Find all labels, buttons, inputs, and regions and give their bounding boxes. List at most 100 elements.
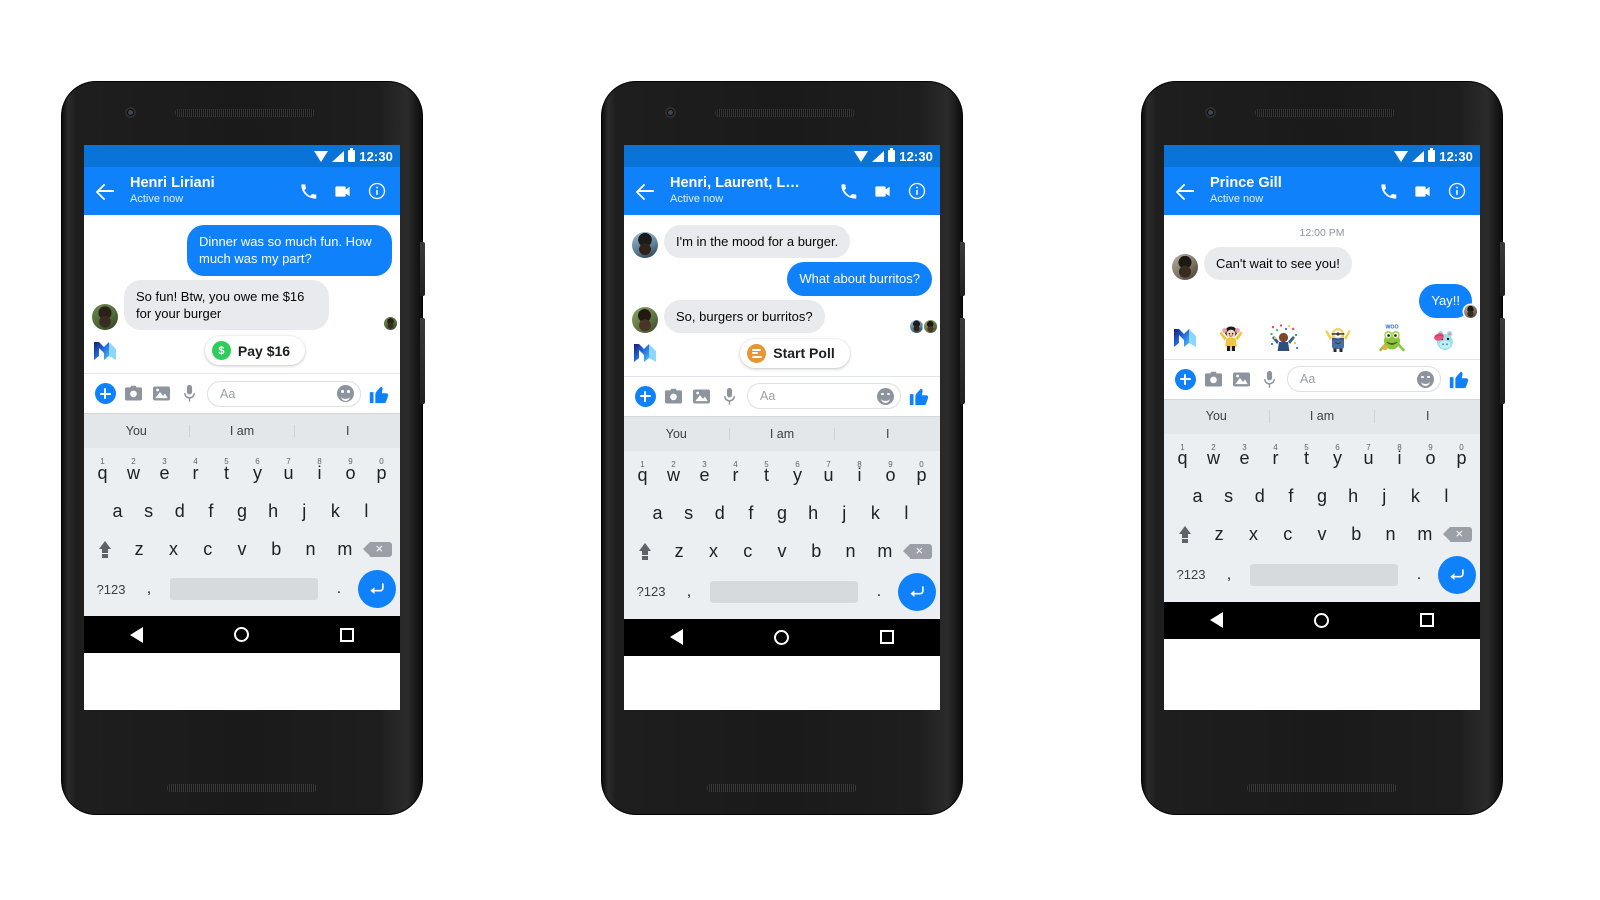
key-j[interactable]: j xyxy=(829,495,860,533)
key-r[interactable]: 4r xyxy=(1260,440,1291,478)
camera-button[interactable] xyxy=(659,382,687,410)
shift-key[interactable] xyxy=(88,530,122,568)
message-bubble[interactable]: I'm in the mood for a burger. xyxy=(664,225,851,259)
key-s[interactable]: s xyxy=(673,495,704,533)
key-p[interactable]: 0p xyxy=(906,457,937,495)
key-n[interactable]: n xyxy=(293,530,327,568)
key-x[interactable]: x xyxy=(696,533,730,571)
nav-home-icon[interactable] xyxy=(773,629,789,645)
power-button[interactable] xyxy=(960,242,965,296)
start-poll-button[interactable]: Start Poll xyxy=(740,338,850,368)
sticker-woo-hoo-frog[interactable]: WOO xyxy=(1377,323,1407,353)
key-g[interactable]: g xyxy=(766,495,797,533)
suggestion-chip[interactable]: I am xyxy=(1270,410,1376,423)
gallery-button[interactable] xyxy=(687,382,715,410)
key-o[interactable]: 9o xyxy=(335,454,366,492)
camera-button[interactable] xyxy=(119,380,147,408)
message-bubble[interactable]: Dinner was so much fun. How much was my … xyxy=(187,225,392,276)
avatar[interactable] xyxy=(632,306,658,333)
suggestion-chip[interactable]: I am xyxy=(730,428,836,441)
video-call-icon[interactable] xyxy=(873,182,892,201)
gallery-button[interactable] xyxy=(1227,365,1255,393)
key-b[interactable]: b xyxy=(259,530,293,568)
video-call-icon[interactable] xyxy=(1413,182,1432,201)
key-a[interactable]: a xyxy=(102,492,133,530)
space-key[interactable] xyxy=(710,580,858,603)
enter-key[interactable] xyxy=(358,570,396,609)
key-j[interactable]: j xyxy=(1369,478,1400,516)
key-b[interactable]: b xyxy=(1339,516,1373,554)
message-input[interactable]: Aa xyxy=(1287,366,1441,393)
avatar[interactable] xyxy=(632,232,658,259)
sticker-cheering-girl[interactable] xyxy=(1216,323,1246,353)
avatar[interactable] xyxy=(92,304,118,331)
key-y[interactable]: 6y xyxy=(242,454,273,492)
pay-suggestion-button[interactable]: $ Pay $16 xyxy=(204,336,306,366)
key-b[interactable]: b xyxy=(799,533,833,571)
key-q[interactable]: 1q xyxy=(87,454,118,492)
suggestion-chip[interactable]: I xyxy=(835,428,940,441)
backspace-key[interactable] xyxy=(1442,516,1476,554)
key-v[interactable]: v xyxy=(225,530,259,568)
comma-key[interactable]: , xyxy=(674,573,704,611)
key-v[interactable]: v xyxy=(1305,516,1339,554)
emoji-icon[interactable] xyxy=(877,387,894,405)
enter-key[interactable] xyxy=(1438,555,1476,594)
key-g[interactable]: g xyxy=(226,492,257,530)
key-a[interactable]: a xyxy=(642,495,673,533)
key-o[interactable]: 9o xyxy=(875,457,906,495)
phone-call-icon[interactable] xyxy=(300,183,317,200)
space-key[interactable] xyxy=(170,578,318,601)
key-l[interactable]: l xyxy=(351,492,382,530)
key-u[interactable]: 7u xyxy=(273,454,304,492)
period-key[interactable]: . xyxy=(324,570,354,608)
open-actions-button[interactable] xyxy=(1171,365,1199,393)
phone-call-icon[interactable] xyxy=(1380,183,1397,200)
suggestion-chip[interactable]: I xyxy=(295,425,400,438)
message-bubble[interactable]: Can't wait to see you! xyxy=(1204,247,1352,281)
key-y[interactable]: 6y xyxy=(782,457,813,495)
message-bubble[interactable]: So, burgers or burritos? xyxy=(664,299,825,333)
enter-key[interactable] xyxy=(898,572,936,611)
key-p[interactable]: 0p xyxy=(366,454,397,492)
nav-recents-icon[interactable] xyxy=(340,627,355,642)
nav-back-icon[interactable] xyxy=(1209,612,1223,629)
suggestion-chip[interactable]: I am xyxy=(190,425,296,438)
chat-title-block[interactable]: Henri, Laurent, L… Active now xyxy=(660,175,838,207)
sticker-hippo-kiss[interactable] xyxy=(1430,323,1460,353)
key-f[interactable]: f xyxy=(735,495,766,533)
key-k[interactable]: k xyxy=(320,492,351,530)
shift-key[interactable] xyxy=(628,533,662,571)
nav-home-icon[interactable] xyxy=(1313,612,1329,628)
chat-title-block[interactable]: Henri Liriani Active now xyxy=(120,175,298,207)
nav-recents-icon[interactable] xyxy=(880,630,895,645)
key-c[interactable]: c xyxy=(191,530,225,568)
key-k[interactable]: k xyxy=(860,495,891,533)
key-v[interactable]: v xyxy=(765,533,799,571)
key-w[interactable]: 2w xyxy=(658,457,689,495)
power-button[interactable] xyxy=(420,242,425,296)
emoji-icon[interactable] xyxy=(1417,370,1434,388)
comma-key[interactable]: , xyxy=(134,570,164,608)
key-y[interactable]: 6y xyxy=(1322,440,1353,478)
key-t[interactable]: 5t xyxy=(1291,440,1322,478)
key-h[interactable]: h xyxy=(798,495,829,533)
key-q[interactable]: 1q xyxy=(1167,440,1198,478)
key-x[interactable]: x xyxy=(156,530,190,568)
volume-button[interactable] xyxy=(960,318,965,404)
key-c[interactable]: c xyxy=(731,533,765,571)
like-button[interactable] xyxy=(905,382,933,410)
key-z[interactable]: z xyxy=(1202,516,1236,554)
conversation-info-icon[interactable] xyxy=(368,182,386,200)
gallery-button[interactable] xyxy=(147,380,175,408)
key-p[interactable]: 0p xyxy=(1446,440,1477,478)
back-arrow-icon[interactable] xyxy=(634,179,658,203)
key-f[interactable]: f xyxy=(195,492,226,530)
key-f[interactable]: f xyxy=(1275,478,1306,516)
key-i[interactable]: 8i xyxy=(844,457,875,495)
backspace-key[interactable] xyxy=(362,530,396,568)
key-u[interactable]: 7u xyxy=(1353,440,1384,478)
key-s[interactable]: s xyxy=(1213,478,1244,516)
key-s[interactable]: s xyxy=(133,492,164,530)
key-g[interactable]: g xyxy=(1306,478,1337,516)
